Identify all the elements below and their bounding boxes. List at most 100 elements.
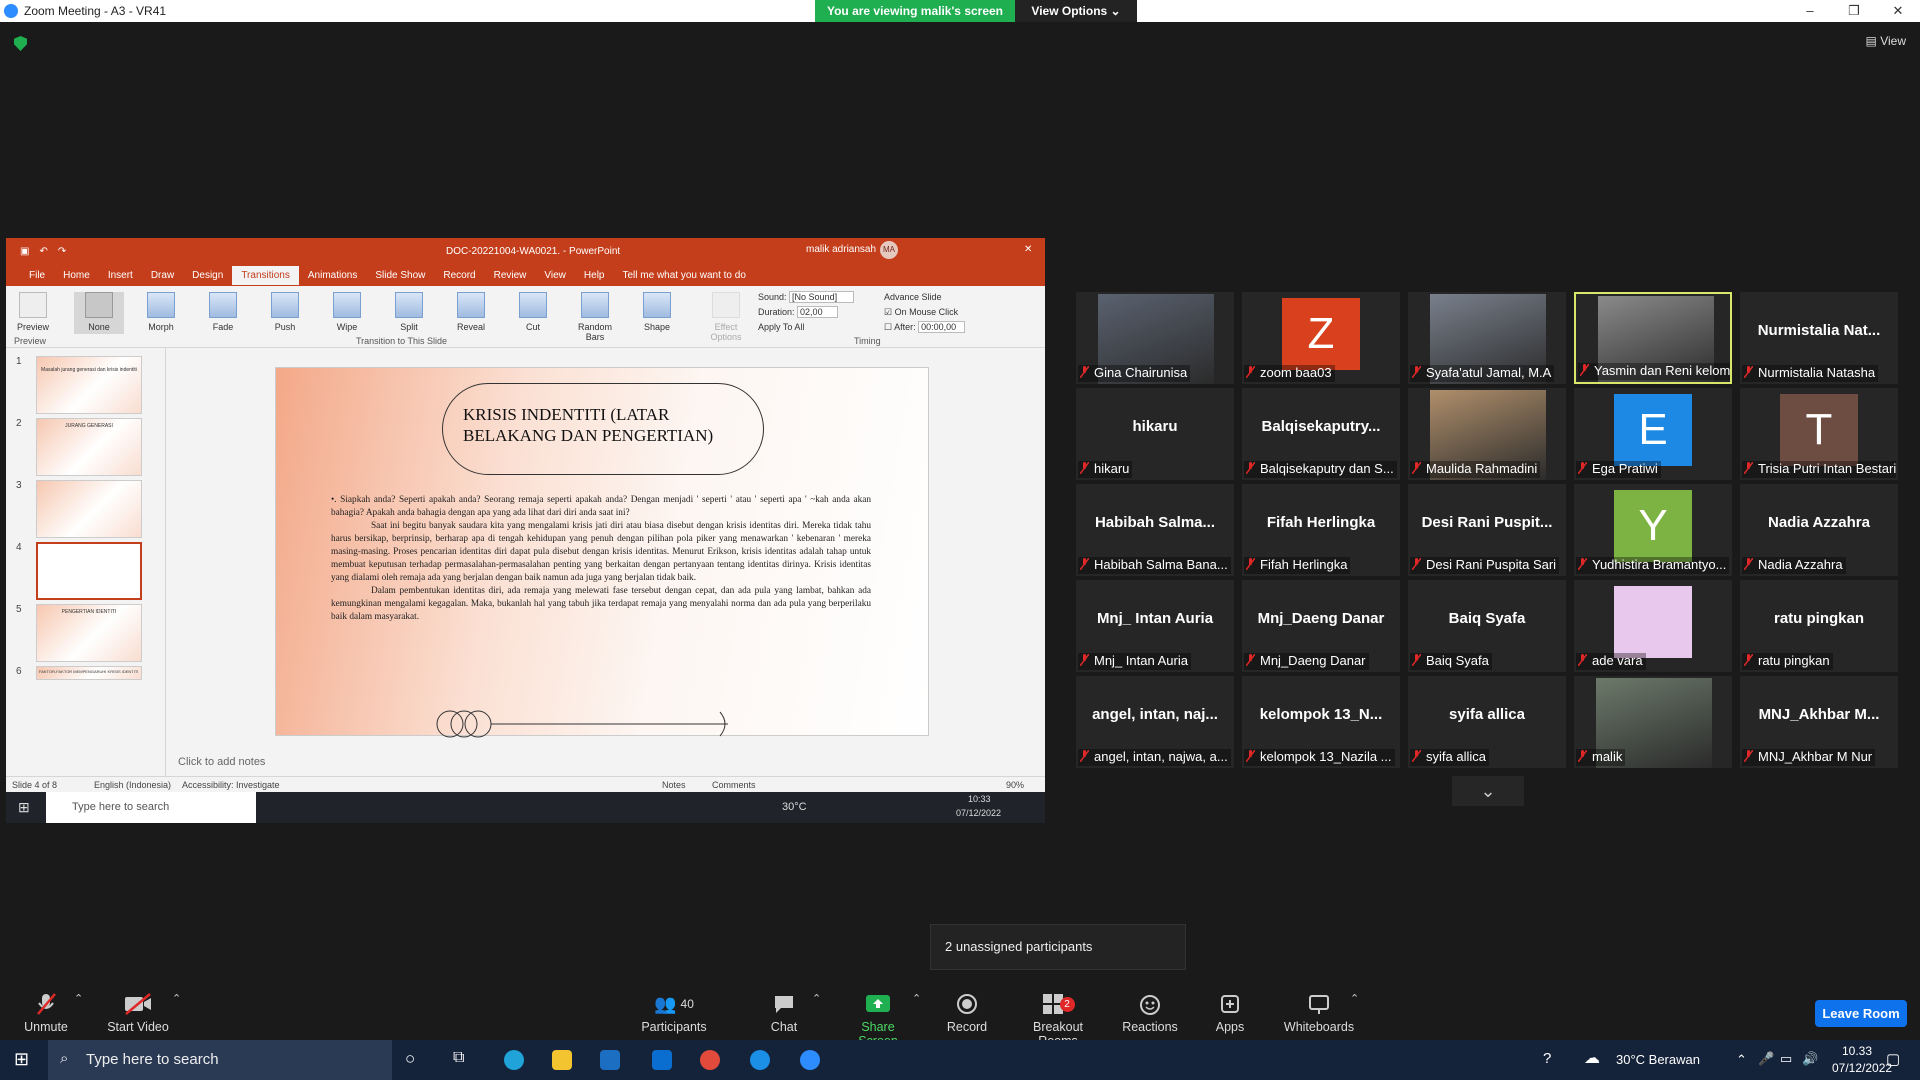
leave-room-button[interactable]: Leave Room [1815,1000,1907,1027]
participant-tile[interactable]: Balqisekaputry... Balqisekaputry dan S... [1242,388,1400,480]
unmute-button[interactable]: Unmute [18,992,74,1034]
volume-icon[interactable]: 🔊 [1802,1051,1818,1067]
apply-to-all-button[interactable]: Apply To All [758,320,854,335]
tab-draw[interactable]: Draw [142,266,183,285]
share-caret-icon[interactable]: ⌃ [912,992,921,1005]
transition-reveal[interactable]: Reveal [446,292,496,332]
slide-thumbnail-2[interactable]: JURANG GENERASI [36,418,142,476]
file-explorer-icon[interactable] [552,1050,572,1070]
participant-tile[interactable]: ratu pingkan ratu pingkan [1740,580,1898,672]
slide-title[interactable]: KRISIS INDENTITI (LATAR BELAKANG DAN PEN… [442,383,764,475]
weather-text[interactable]: 30°C Berawan [1616,1052,1700,1067]
cortana-icon[interactable]: ○ [405,1049,415,1069]
tab-transitions[interactable]: Transitions [232,265,299,285]
preview-button[interactable]: Preview [8,292,58,332]
chat-button[interactable]: Chat [764,992,804,1034]
participant-tile[interactable]: ade vara [1574,580,1732,672]
tab-record[interactable]: Record [434,266,484,285]
after-checkbox[interactable]: ☐ [884,322,892,332]
apps-button[interactable]: Apps [1210,992,1250,1034]
reactions-button[interactable]: Reactions [1120,992,1180,1034]
participant-tile[interactable]: Baiq Syafa Baiq Syafa [1408,580,1566,672]
participant-tile[interactable]: angel, intan, naj... angel, intan, najwa,… [1076,676,1234,768]
start-video-button[interactable]: Start Video [104,992,172,1034]
slide-thumbnail-5[interactable]: PENGERTIAN IDENTITI [36,604,142,662]
participant-tile[interactable]: Fifah Herlingka Fifah Herlingka [1242,484,1400,576]
slide-thumbnail-1[interactable]: Masalah jurang generasi dan krisis inden… [36,356,142,414]
mail-icon[interactable] [652,1050,672,1070]
tab-home[interactable]: Home [54,266,99,285]
tab-slide-show[interactable]: Slide Show [366,266,434,285]
network-icon[interactable]: ▭ [1780,1051,1792,1067]
save-icon[interactable]: ▣ [20,246,29,257]
clock-time[interactable]: 10.33 [1842,1044,1872,1058]
participant-tile[interactable]: Mnj_Daeng Danar Mnj_Daeng Danar [1242,580,1400,672]
on-click-checkbox[interactable]: ☑ [884,307,892,317]
tab-review[interactable]: Review [485,266,536,285]
participant-tile[interactable]: Mnj_ Intan Auria Mnj_ Intan Auria [1076,580,1234,672]
chrome-icon[interactable] [700,1050,720,1070]
duration-input[interactable]: 02,00 [797,306,838,318]
participant-tile[interactable]: T Trisia Putri Intan Bestari [1740,388,1898,480]
tab-help[interactable]: Help [575,266,614,285]
transition-morph[interactable]: Morph [136,292,186,332]
edge-icon[interactable] [504,1050,524,1070]
microphone-tray-icon[interactable]: 🎤 [1758,1051,1774,1067]
pp-close-icon[interactable]: ✕ [1024,244,1032,255]
effect-options-button[interactable]: Effect Options [701,292,751,342]
clock-date[interactable]: 07/12/2022 [1832,1061,1892,1075]
zoom-taskbar-icon[interactable] [800,1050,820,1070]
participant-tile[interactable]: hikaru hikaru [1076,388,1234,480]
zoom-level[interactable]: 90% [1006,780,1024,790]
notifications-icon[interactable]: ▢ [1886,1050,1900,1068]
undo-icon[interactable]: ↶ [39,246,47,257]
participant-tile[interactable]: Syafa'atul Jamal, M.A [1408,292,1566,384]
chat-caret-icon[interactable]: ⌃ [812,992,821,1005]
tray-overflow-icon[interactable]: ⌃ [1736,1052,1747,1068]
tab-animations[interactable]: Animations [299,266,366,285]
windows-start-button[interactable]: ⊞ [14,1049,29,1070]
encryption-shield-icon[interactable] [14,36,27,51]
teamviewer-icon[interactable] [750,1050,770,1070]
minimize-button[interactable]: – [1788,0,1832,22]
slide-thumbnail-3[interactable] [36,480,142,538]
whiteboards-button[interactable]: Whiteboards [1282,992,1356,1034]
transition-wipe[interactable]: Wipe [322,292,372,332]
comments-toggle[interactable]: Comments [712,780,756,790]
accessibility-status[interactable]: Accessibility: Investigate [182,780,280,790]
transition-split[interactable]: Split [384,292,434,332]
next-page-chevron-icon[interactable]: ⌄ [1452,776,1524,806]
notes-placeholder[interactable]: Click to add notes [178,756,265,768]
participant-tile[interactable]: Gina Chairunisa [1076,292,1234,384]
participant-tile[interactable]: MNJ_Akhbar M... MNJ_Akhbar M Nur [1740,676,1898,768]
store-icon[interactable] [600,1050,620,1070]
participant-tile[interactable]: Maulida Rahmadini [1408,388,1566,480]
participant-tile[interactable]: Y Yudhistira Bramantyo... [1574,484,1732,576]
notes-toggle[interactable]: Notes [662,780,686,790]
close-window-button[interactable]: ✕ [1876,0,1920,22]
transition-random-bars[interactable]: Random Bars [570,292,620,342]
tab-insert[interactable]: Insert [99,266,142,285]
video-options-caret-icon[interactable]: ⌃ [172,992,181,1005]
view-options-button[interactable]: View Options ⌄ [1015,0,1137,22]
slide-thumbnail-4[interactable] [36,542,142,600]
record-button[interactable]: Record [944,992,990,1034]
transition-push[interactable]: Push [260,292,310,332]
transition-cut[interactable]: Cut [508,292,558,332]
participant-tile[interactable]: Yasmin dan Reni kelomp... [1574,292,1732,384]
help-icon[interactable]: ? [1543,1050,1551,1067]
tab-design[interactable]: Design [183,266,232,285]
after-input[interactable]: 00:00,00 [918,321,966,333]
whiteboards-caret-icon[interactable]: ⌃ [1350,992,1359,1005]
participant-tile[interactable]: syifa allica syifa allica [1408,676,1566,768]
view-layout-button[interactable]: ▤ View [1866,34,1906,48]
participant-tile[interactable]: Nadia Azzahra Nadia Azzahra [1740,484,1898,576]
participant-tile[interactable]: Zzoom baa03 [1242,292,1400,384]
participant-tile[interactable]: Nurmistalia Nat... Nurmistalia Natasha [1740,292,1898,384]
taskbar-search-box[interactable]: ⌕ Type here to search [48,1040,392,1080]
tell-me-search[interactable]: Tell me what you want to do [613,266,754,285]
participant-tile[interactable]: Desi Rani Puspit... Desi Rani Puspita Sar… [1408,484,1566,576]
account-avatar[interactable]: MA [880,241,898,259]
slide-thumbnail-6[interactable]: FAKTOR-FAKTOR MEMPENGARUHI KRISIS IDENTI… [36,666,142,680]
current-slide[interactable]: KRISIS INDENTITI (LATAR BELAKANG DAN PEN… [275,367,929,738]
